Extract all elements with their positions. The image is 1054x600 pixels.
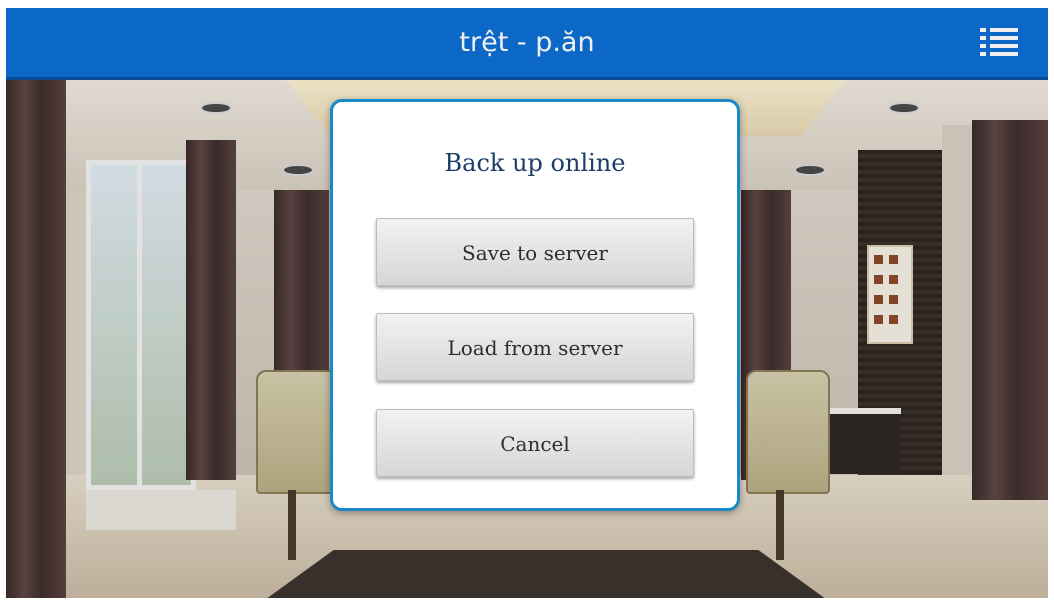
cancel-button[interactable]: Cancel <box>376 409 694 477</box>
app-frame: trệt - p.ăn Back up online Save to serve… <box>6 8 1048 598</box>
load-from-server-button[interactable]: Load from server <box>376 313 694 381</box>
dialog-title: Back up online <box>444 149 626 177</box>
save-to-server-button[interactable]: Save to server <box>376 218 694 286</box>
backup-dialog: Back up online Save to server Load from … <box>330 99 740 511</box>
